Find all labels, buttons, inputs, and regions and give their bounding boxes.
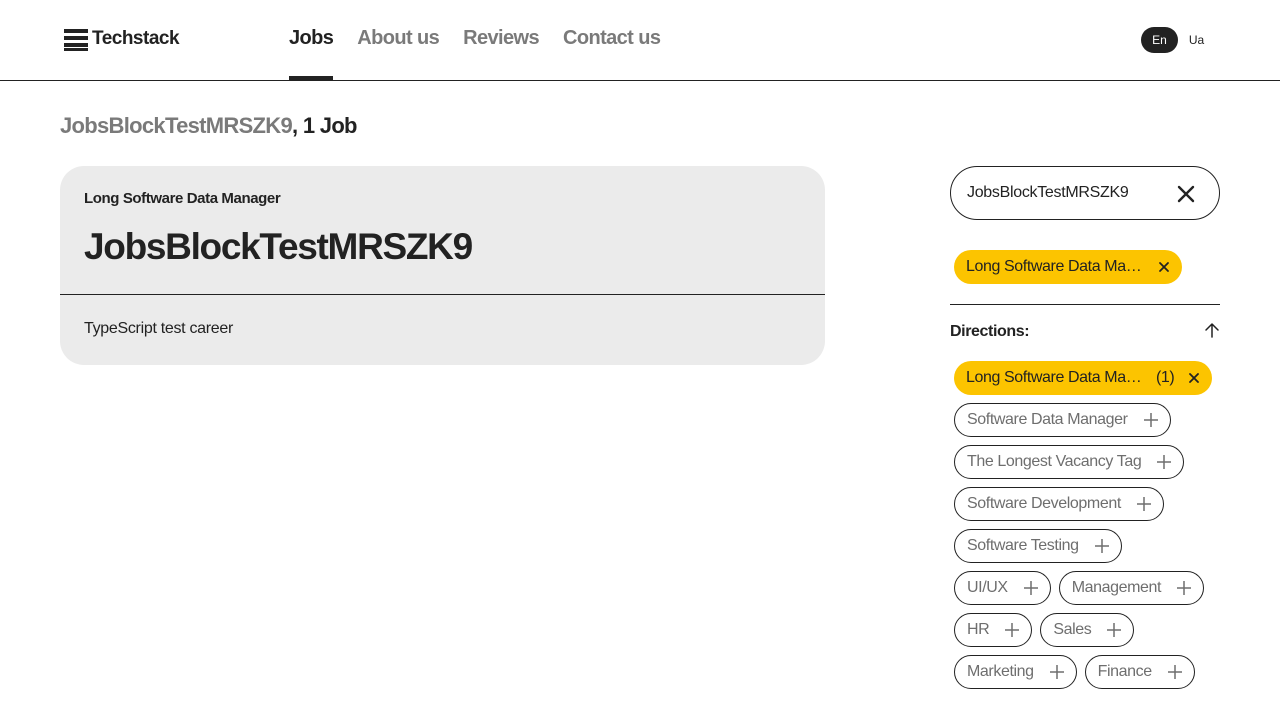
language-en-button[interactable]: En — [1141, 27, 1178, 53]
logo-text: Techstack — [92, 28, 180, 49]
direction-chip-label: Marketing — [967, 663, 1034, 680]
direction-chip-ui-ux[interactable]: UI/UX — [954, 571, 1051, 605]
job-description: TypeScript test career — [84, 320, 234, 337]
direction-chip-label: Sales — [1053, 621, 1092, 638]
main-nav: Jobs About us Reviews Contact us — [289, 0, 684, 80]
language-switcher: En Ua — [1141, 27, 1215, 53]
direction-chip-label: Finance — [1097, 663, 1153, 680]
direction-chip-label: Long Software Data Manager — [966, 369, 1144, 386]
directions-heading: Directions: — [950, 323, 1030, 340]
job-card[interactable]: Long Software Data Manager JobsBlockTest… — [60, 166, 825, 365]
plus-icon — [1143, 413, 1158, 427]
close-small-icon[interactable] — [1188, 372, 1200, 384]
direction-chip-label: UI/UX — [967, 579, 1008, 596]
close-small-icon[interactable] — [1158, 261, 1170, 273]
plus-icon — [1107, 623, 1122, 637]
active-filter-list: Long Software Data Manager — [954, 250, 1182, 284]
direction-chip-marketing[interactable]: Marketing — [954, 655, 1077, 689]
active-filter-label: Long Software Data Manager — [966, 258, 1144, 275]
direction-chip-count: (1) — [1156, 369, 1175, 386]
direction-chip-selected[interactable]: Long Software Data Manager (1) — [954, 361, 1213, 395]
nav-item-reviews[interactable]: Reviews — [463, 0, 539, 80]
results-title: JobsBlockTestMRSZK9, 1 Job — [60, 113, 358, 139]
site-header: Techstack Jobs About us Reviews Contact … — [0, 0, 1280, 81]
nav-item-contact-us[interactable]: Contact us — [563, 0, 661, 80]
direction-chip-software-testing[interactable]: Software Testing — [954, 529, 1122, 563]
direction-chip-label: The Longest Vacancy Tag — [967, 453, 1142, 470]
plus-icon — [1167, 665, 1182, 679]
plus-icon — [1094, 539, 1109, 553]
language-ua-button[interactable]: Ua — [1178, 27, 1215, 53]
direction-chip-software-data-manager[interactable]: Software Data Manager — [954, 403, 1171, 437]
stacked-bars-icon — [64, 27, 88, 51]
job-card-divider — [60, 294, 825, 295]
job-direction-tag: Long Software Data Manager — [84, 190, 281, 207]
direction-chip-software-development[interactable]: Software Development — [954, 487, 1164, 521]
plus-icon — [1005, 623, 1020, 637]
plus-icon — [1136, 497, 1151, 511]
sidebar-divider — [950, 304, 1220, 305]
search-input[interactable] — [967, 181, 1167, 205]
direction-chip-label: Software Data Manager — [967, 411, 1128, 428]
direction-chip-label: Software Testing — [967, 537, 1079, 554]
direction-chip-the-longest-vacancy-tag[interactable]: The Longest Vacancy Tag — [954, 445, 1185, 479]
direction-chip-hr[interactable]: HR — [954, 613, 1033, 647]
nav-item-jobs[interactable]: Jobs — [289, 0, 334, 80]
active-filter-chip[interactable]: Long Software Data Manager — [954, 250, 1182, 284]
plus-icon — [1049, 665, 1064, 679]
plus-icon — [1157, 455, 1172, 469]
plus-icon — [1177, 581, 1192, 595]
direction-chip-label: Software Development — [967, 495, 1121, 512]
search-box — [950, 166, 1220, 220]
direction-chip-label: HR — [967, 621, 990, 638]
results-count: , 1 Job — [292, 113, 357, 138]
direction-chip-finance[interactable]: Finance — [1084, 655, 1195, 689]
nav-item-about-us[interactable]: About us — [357, 0, 439, 80]
direction-chip-label: Management — [1071, 579, 1162, 596]
direction-chip-management[interactable]: Management — [1058, 571, 1205, 605]
arrow-up-icon[interactable] — [1203, 321, 1221, 339]
close-icon[interactable] — [1175, 183, 1197, 205]
direction-chip-sales[interactable]: Sales — [1040, 613, 1135, 647]
results-query: JobsBlockTestMRSZK9 — [60, 113, 293, 138]
plus-icon — [1023, 581, 1038, 595]
logo[interactable]: Techstack — [64, 26, 180, 52]
job-title: JobsBlockTestMRSZK9 — [84, 226, 473, 267]
directions-list: Long Software Data Manager (1) Software … — [954, 361, 1220, 689]
